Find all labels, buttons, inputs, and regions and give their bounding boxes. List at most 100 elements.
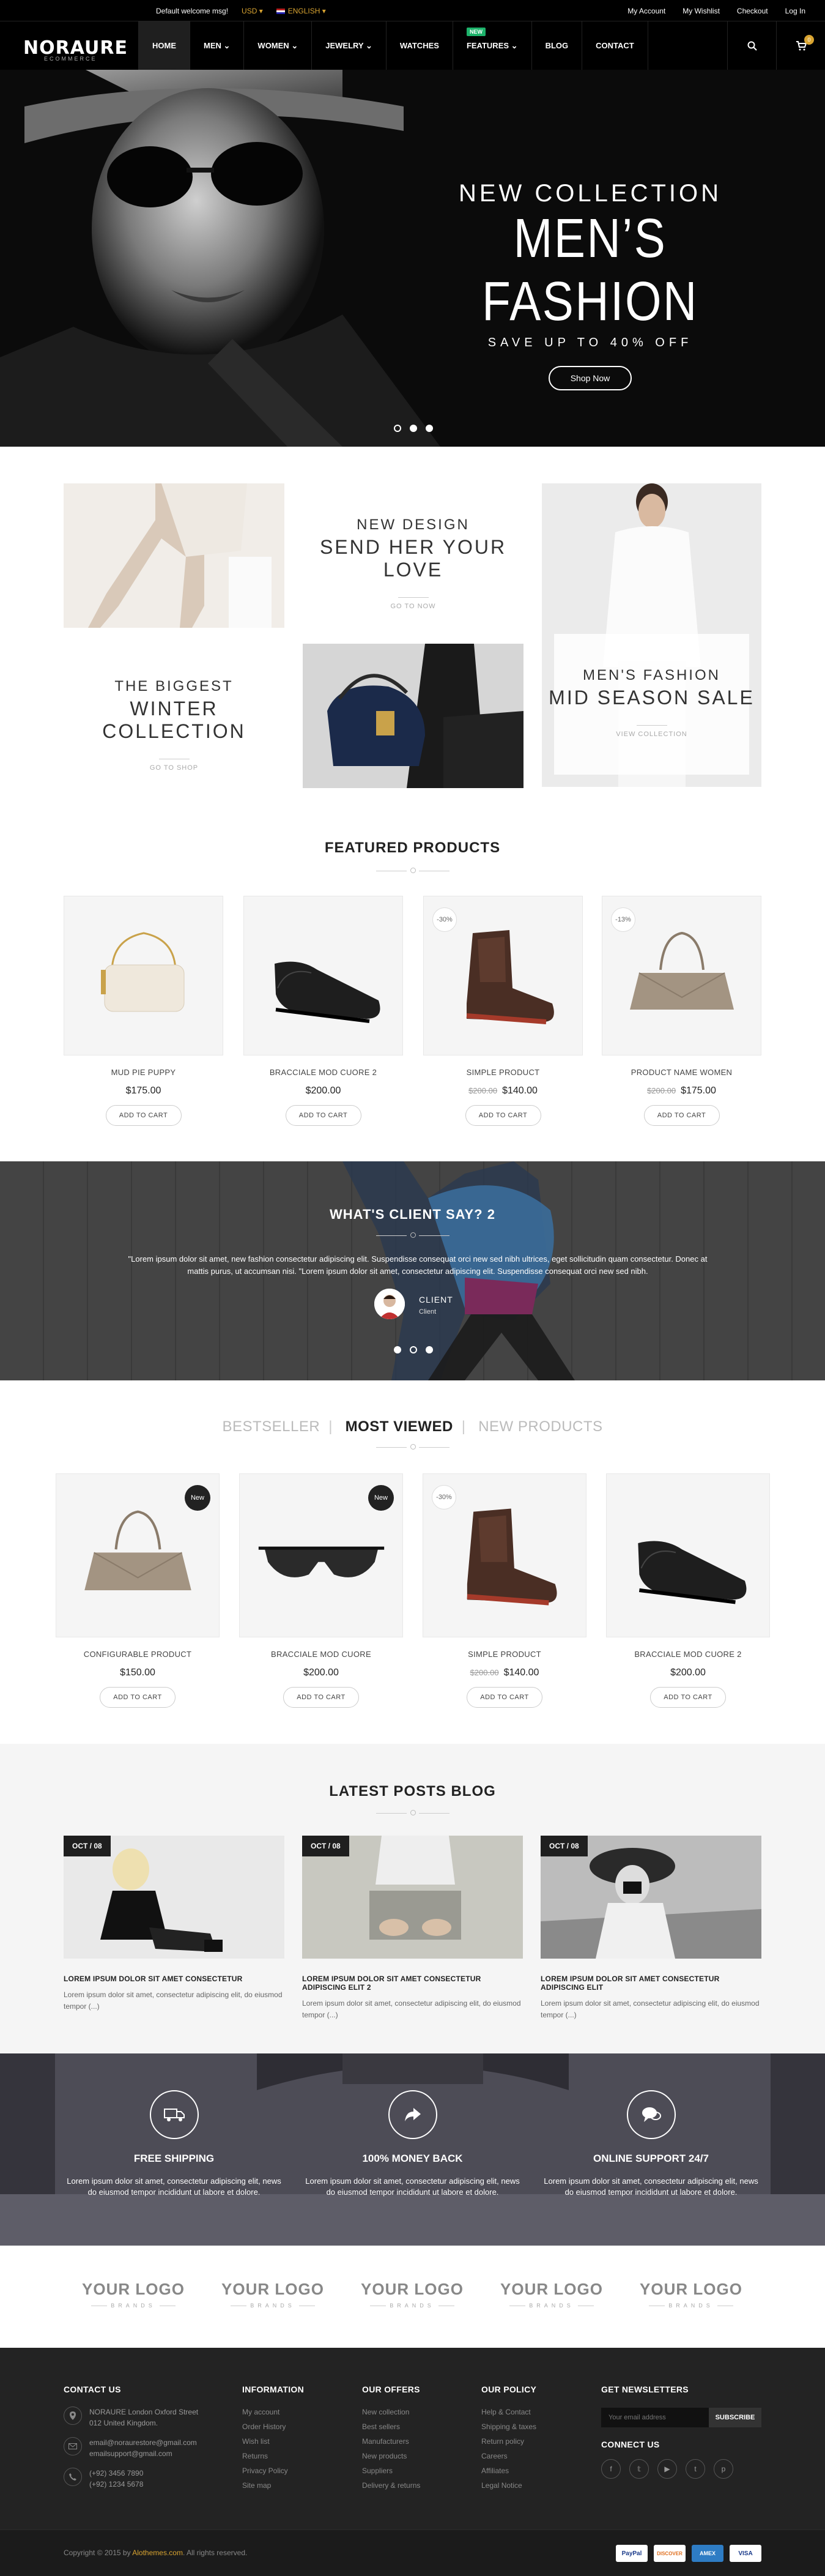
my-wishlist-link[interactable]: My Wishlist	[683, 7, 720, 15]
slider-dot[interactable]	[426, 425, 433, 432]
nav-features[interactable]: NEW FEATURES ⌄	[453, 21, 532, 70]
site-logo[interactable]: NORAURE ECOMMERCE	[23, 37, 128, 62]
tab-new-products[interactable]: NEW PRODUCTS	[470, 1418, 611, 1435]
slider-dot[interactable]	[394, 425, 401, 432]
nav-jewelry[interactable]: JEWELRY ⌄	[312, 21, 387, 70]
footer-link[interactable]: Help & Contact	[481, 2408, 536, 2416]
post-title[interactable]: LOREM IPSUM DOLOR SIT AMET CONSECTETUR A…	[541, 1975, 761, 1992]
add-to-cart-button[interactable]: ADD TO CART	[650, 1687, 726, 1708]
product-name[interactable]: SIMPLE PRODUCT	[423, 1650, 586, 1659]
nav-women[interactable]: WOMEN ⌄	[244, 21, 313, 70]
brand-logo[interactable]: YOUR LOGO BRANDS	[490, 2280, 613, 2309]
youtube-icon[interactable]: ▶	[657, 2459, 677, 2479]
brand-logo[interactable]: YOUR LOGO BRANDS	[212, 2280, 334, 2309]
product-name[interactable]: BRACCIALE MOD CUORE 2	[243, 1068, 403, 1077]
brand-logo[interactable]: YOUR LOGO BRANDS	[351, 2280, 473, 2309]
footer-link[interactable]: My account	[242, 2408, 304, 2416]
banner-legs-image[interactable]	[64, 483, 284, 628]
checkout-link[interactable]: Checkout	[737, 7, 768, 15]
post-date: OCT / 08	[64, 1836, 111, 1856]
product-name[interactable]: PRODUCT NAME WOMEN	[602, 1068, 761, 1077]
post-image[interactable]: OCT / 08	[541, 1836, 761, 1959]
pinterest-icon[interactable]: p	[714, 2459, 733, 2479]
post-title[interactable]: LOREM IPSUM DOLOR SIT AMET CONSECTETUR A…	[302, 1975, 523, 1992]
footer-link[interactable]: Site map	[242, 2481, 304, 2490]
brand-logo[interactable]: YOUR LOGO BRANDS	[72, 2280, 194, 2309]
twitter-icon[interactable]: 𝕥	[629, 2459, 649, 2479]
banner-handbag-image[interactable]	[303, 644, 523, 788]
post-image[interactable]: OCT / 08	[302, 1836, 523, 1959]
footer-link[interactable]: Delivery & returns	[362, 2481, 420, 2490]
add-to-cart-button[interactable]: ADD TO CART	[285, 1105, 361, 1126]
footer-link[interactable]: Wish list	[242, 2437, 304, 2446]
login-link[interactable]: Log In	[785, 7, 805, 15]
product-name[interactable]: MUD PIE PUPPY	[64, 1068, 223, 1077]
slider-dot[interactable]	[394, 1346, 401, 1353]
product-image[interactable]: -30%	[423, 1473, 586, 1637]
subscribe-button[interactable]: SUBSCRIBE	[709, 2408, 761, 2427]
footer-link[interactable]: Careers	[481, 2452, 536, 2460]
nav-blog[interactable]: BLOG	[532, 21, 583, 70]
product-name[interactable]: BRACCIALE MOD CUORE	[239, 1650, 403, 1659]
slider-dot[interactable]	[410, 1346, 417, 1353]
banner-winter-collection[interactable]: THE BIGGEST WINTER COLLECTION GO TO SHOP	[64, 644, 284, 788]
post-date: OCT / 08	[541, 1836, 588, 1856]
footer-link[interactable]: New collection	[362, 2408, 420, 2416]
add-to-cart-button[interactable]: ADD TO CART	[283, 1687, 359, 1708]
product-image[interactable]: New	[239, 1473, 403, 1637]
add-to-cart-button[interactable]: ADD TO CART	[100, 1687, 176, 1708]
language-switcher[interactable]: ENGLISH ▾	[276, 7, 326, 15]
product-image[interactable]	[243, 896, 403, 1055]
banner-link[interactable]: GO TO NOW	[303, 597, 523, 610]
product-image[interactable]	[606, 1473, 770, 1637]
slider-dot[interactable]	[426, 1346, 433, 1353]
footer-link[interactable]: New products	[362, 2452, 420, 2460]
product-name[interactable]: CONFIGURABLE PRODUCT	[56, 1650, 220, 1659]
tumblr-icon[interactable]: t	[686, 2459, 705, 2479]
tab-bestseller[interactable]: BESTSELLER	[213, 1418, 328, 1435]
product-name[interactable]: BRACCIALE MOD CUORE 2	[606, 1650, 770, 1659]
cart-button[interactable]: 0	[776, 21, 825, 70]
footer-link[interactable]: Affiliates	[481, 2466, 536, 2475]
shop-now-button[interactable]: Shop Now	[548, 366, 632, 390]
footer-link[interactable]: Privacy Policy	[242, 2466, 304, 2475]
slider-dot[interactable]	[410, 425, 417, 432]
banner-mid-season[interactable]: MEN'S FASHION MID SEASON SALE VIEW COLLE…	[542, 483, 761, 787]
copyright-link[interactable]: Alothemes.com	[132, 2548, 183, 2557]
footer-link[interactable]: Returns	[242, 2452, 304, 2460]
facebook-icon[interactable]: f	[601, 2459, 621, 2479]
footer-link[interactable]: Legal Notice	[481, 2481, 536, 2490]
tab-most-viewed[interactable]: MOST VIEWED	[337, 1418, 462, 1435]
product-image[interactable]: New	[56, 1473, 220, 1637]
banner-link[interactable]: VIEW COLLECTION	[542, 725, 761, 738]
currency-switcher[interactable]: USD ▾	[242, 7, 263, 15]
product-image[interactable]: -30%	[423, 896, 583, 1055]
search-button[interactable]	[727, 21, 776, 70]
product-image[interactable]	[64, 896, 223, 1055]
contact-email[interactable]: email@noraurestore@gmail.com	[89, 2437, 197, 2448]
nav-contact[interactable]: CONTACT	[582, 21, 648, 70]
footer-link[interactable]: Return policy	[481, 2437, 536, 2446]
banner-new-design[interactable]: NEW DESIGN SEND HER YOUR LOVE GO TO NOW	[303, 483, 523, 628]
product-name[interactable]: SIMPLE PRODUCT	[423, 1068, 583, 1077]
nav-home[interactable]: HOME	[139, 21, 190, 70]
nav-watches[interactable]: WATCHES	[387, 21, 453, 70]
my-account-link[interactable]: My Account	[627, 7, 665, 15]
footer-link[interactable]: Suppliers	[362, 2466, 420, 2475]
newsletter-email-input[interactable]	[601, 2408, 709, 2427]
footer-link[interactable]: Order History	[242, 2422, 304, 2431]
product-image[interactable]: -13%	[602, 896, 761, 1055]
post-title[interactable]: LOREM IPSUM DOLOR SIT AMET CONSECTETUR	[64, 1975, 284, 1983]
nav-men[interactable]: MEN ⌄	[190, 21, 245, 70]
add-to-cart-button[interactable]: ADD TO CART	[465, 1105, 541, 1126]
add-to-cart-button[interactable]: ADD TO CART	[467, 1687, 542, 1708]
post-image[interactable]: OCT / 08	[64, 1836, 284, 1959]
footer-link[interactable]: Manufacturers	[362, 2437, 420, 2446]
brand-logo[interactable]: YOUR LOGO BRANDS	[630, 2280, 752, 2309]
banner-link[interactable]: GO TO SHOP	[64, 759, 284, 772]
footer-link[interactable]: Best sellers	[362, 2422, 420, 2431]
footer-link[interactable]: Shipping & taxes	[481, 2422, 536, 2431]
contact-email-support[interactable]: emailsupport@gmail.com	[89, 2448, 197, 2459]
add-to-cart-button[interactable]: ADD TO CART	[643, 1105, 720, 1126]
add-to-cart-button[interactable]: ADD TO CART	[105, 1105, 182, 1126]
